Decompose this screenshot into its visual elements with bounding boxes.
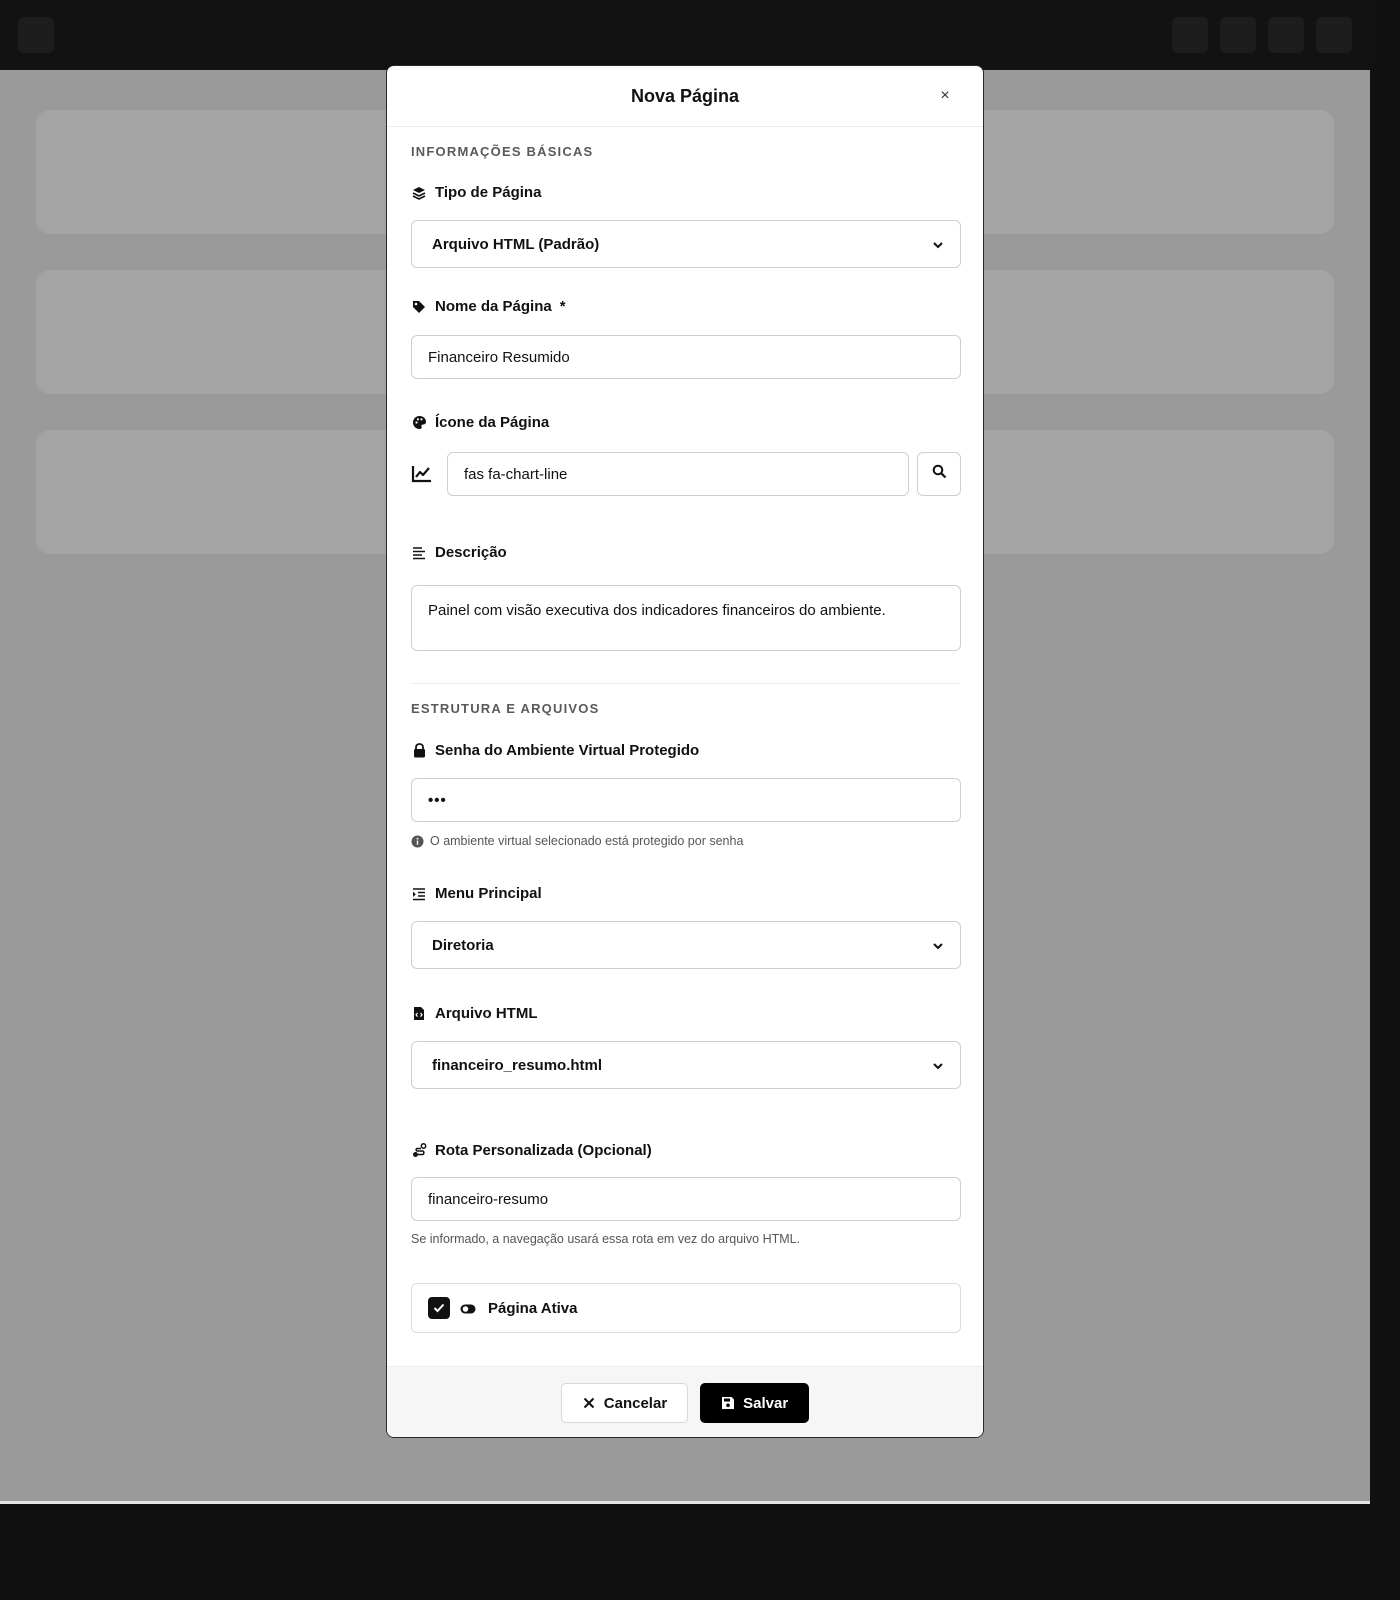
page-name-input[interactable]: Financeiro Resumido [411, 335, 961, 379]
chevron-down-icon [932, 238, 944, 250]
section-title-basic-info: INFORMAÇÕES BÁSICAS [411, 144, 594, 159]
new-page-modal: Nova Página × INFORMAÇÕES BÁSICAS Tipo d… [386, 65, 984, 1438]
password-input[interactable]: ••• [411, 778, 961, 822]
section-divider [411, 683, 961, 684]
save-button-label: Salvar [743, 1394, 789, 1412]
main-menu-label-text: Menu Principal [435, 885, 542, 902]
topbar-button [1268, 17, 1304, 53]
password-label-text: Senha do Ambiente Virtual Protegido [435, 742, 700, 759]
icon-search-button[interactable] [917, 452, 961, 496]
chart-line-icon [411, 464, 433, 486]
main-menu-value: Diretoria [432, 936, 494, 954]
modal-header: Nova Página × [387, 66, 983, 127]
page-type-select[interactable]: Arquivo HTML (Padrão) [411, 220, 961, 268]
description-label-text: Descrição [435, 544, 507, 561]
html-file-value: financeiro_resumo.html [432, 1056, 603, 1074]
close-icon [582, 1396, 596, 1410]
html-file-label-text: Arquivo HTML [435, 1005, 538, 1022]
chevron-down-icon [932, 1059, 944, 1071]
page-name-value: Financeiro Resumido [428, 348, 570, 366]
modal-footer: Cancelar Salvar [387, 1366, 983, 1437]
description-textarea[interactable]: Painel com visão executiva dos indicador… [411, 585, 961, 651]
topbar-button [1316, 17, 1352, 53]
page-icon-label: Ícone da Página [411, 414, 549, 431]
page-type-label-text: Tipo de Página [435, 184, 542, 201]
modal-title: Nova Página [630, 85, 740, 106]
page-icon-value: fas fa-chart-line [464, 465, 568, 483]
custom-route-value: financeiro-resumo [428, 1190, 549, 1208]
app-logo [18, 17, 54, 53]
main-menu-select[interactable]: Diretoria [411, 921, 961, 969]
page-type-label: Tipo de Página [411, 184, 541, 201]
html-file-label: Arquivo HTML [411, 1005, 538, 1022]
align-left-icon [411, 545, 427, 561]
active-page-checkbox[interactable] [428, 1297, 450, 1319]
route-icon [411, 1143, 427, 1159]
page-icon-input[interactable]: fas fa-chart-line [447, 452, 909, 496]
custom-route-label: Rota Personalizada (Opcional) [411, 1142, 652, 1159]
cancel-button-label: Cancelar [603, 1394, 668, 1412]
chevron-down-icon [932, 939, 944, 951]
custom-route-help-text: Se informado, a navegação usará essa rot… [411, 1232, 801, 1246]
tag-icon [411, 299, 427, 315]
password-label: Senha do Ambiente Virtual Protegido [411, 742, 699, 759]
save-icon [721, 1396, 735, 1410]
custom-route-input[interactable]: financeiro-resumo [411, 1177, 961, 1221]
top-bar [0, 0, 1370, 70]
section-title-structure: ESTRUTURA E ARQUIVOS [411, 701, 600, 716]
custom-route-label-text: Rota Personalizada (Opcional) [435, 1142, 652, 1159]
password-value: ••• [428, 791, 447, 809]
page-icon-label-text: Ícone da Página [435, 414, 550, 431]
palette-icon [411, 415, 427, 431]
page-name-label: Nome da Página * [411, 298, 566, 315]
html-file-select[interactable]: financeiro_resumo.html [411, 1041, 961, 1089]
topbar-button [1220, 17, 1256, 53]
description-label: Descrição [411, 544, 507, 561]
required-mark: * [559, 298, 566, 315]
description-value: Painel com visão executiva dos indicador… [428, 602, 886, 619]
save-button[interactable]: Salvar [700, 1383, 810, 1423]
divider [0, 1501, 1370, 1504]
topbar-button [1172, 17, 1208, 53]
file-code-icon [411, 1006, 427, 1022]
search-icon [932, 464, 947, 484]
password-help: O ambiente virtual selecionado está prot… [411, 834, 743, 848]
active-page-toggle-row[interactable]: Página Ativa [411, 1283, 961, 1333]
info-circle-icon [411, 835, 424, 848]
main-menu-label: Menu Principal [411, 885, 542, 902]
password-help-text: O ambiente virtual selecionado está prot… [430, 834, 744, 848]
toggle-on-icon [460, 1302, 476, 1314]
active-page-label: Página Ativa [488, 1299, 578, 1317]
page-type-value: Arquivo HTML (Padrão) [432, 235, 600, 253]
layers-icon [411, 185, 427, 201]
cancel-button[interactable]: Cancelar [560, 1383, 689, 1423]
page-name-label-text: Nome da Página [435, 298, 552, 315]
indent-icon [411, 886, 427, 902]
custom-route-help: Se informado, a navegação usará essa rot… [411, 1232, 800, 1246]
close-button[interactable]: × [935, 86, 955, 106]
lock-icon [411, 743, 427, 759]
